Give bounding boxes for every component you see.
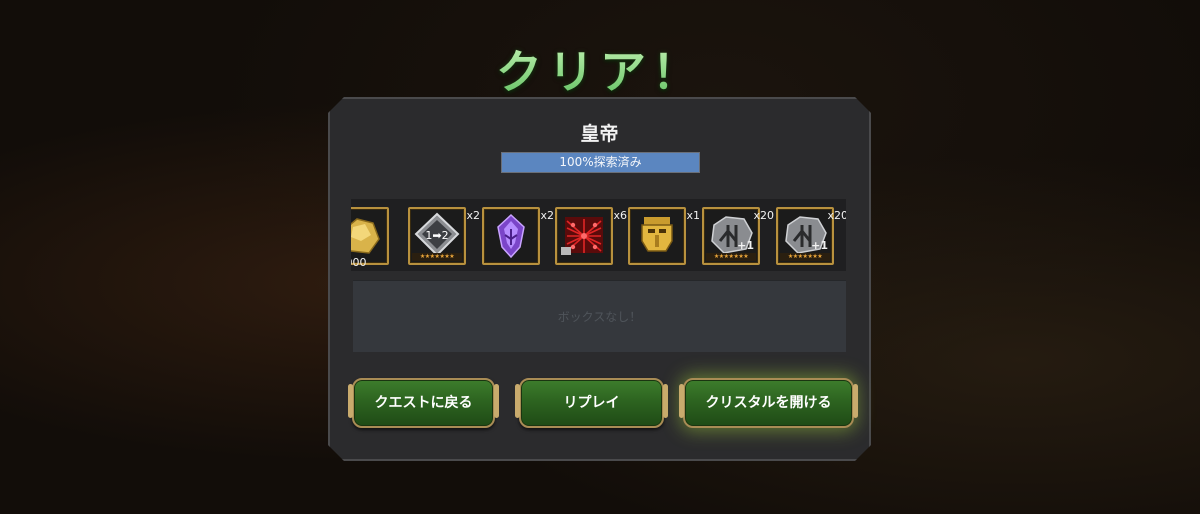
replay-button[interactable]: リプレイ xyxy=(515,378,668,428)
clear-title: クリア！ xyxy=(0,36,1200,102)
reward-quantity: x2 xyxy=(466,209,480,222)
reward-item-rank-up[interactable]: 1➡2 ★★★★★★★ x2 xyxy=(408,204,470,264)
reward-quantity: x20 xyxy=(827,209,846,222)
button-cap-right xyxy=(494,384,499,418)
reward-quantity: x2 xyxy=(540,209,554,222)
red-catalyst-icon xyxy=(559,211,609,261)
button-cap-left xyxy=(348,384,353,418)
box-rewards-area: ボックスなし！ xyxy=(353,280,846,352)
button-cap-right xyxy=(663,384,668,418)
rewards-strip[interactable]: 000,000 1➡2 ★★★★★★★ x2 xyxy=(351,199,846,271)
reward-item-purple-crystal[interactable]: x2 xyxy=(482,204,544,264)
no-box-label: ボックスなし！ xyxy=(557,310,642,324)
star-rating: ★★★★★★★ xyxy=(412,253,462,261)
reward-item-silver-rune[interactable]: +1 ★★★★★★★ x20 xyxy=(776,204,838,264)
reward-frame xyxy=(555,207,613,265)
plus-badge: +1 xyxy=(737,239,754,252)
star-rating: ★★★★★★★ xyxy=(780,253,830,261)
quest-name: 皇帝 xyxy=(580,123,619,145)
exploration-progress-bar: 100%探索済み xyxy=(501,152,700,173)
open-crystal-label: クリスタルを開ける xyxy=(705,395,832,411)
reward-quantity: x1 xyxy=(686,209,700,222)
reward-amount: 000,000 xyxy=(352,256,367,269)
button-cap-left xyxy=(679,384,684,418)
reward-frame xyxy=(482,207,540,265)
rank-overlay: 1➡2 xyxy=(425,229,448,242)
reward-quantity: x20 xyxy=(753,209,774,222)
purple-crystal-icon xyxy=(486,211,536,261)
reward-quantity: x6 xyxy=(613,209,627,222)
progress-label: 100%探索済み xyxy=(559,155,642,169)
reward-frame: +1 ★★★★★★★ xyxy=(702,207,760,265)
gold-mask-icon xyxy=(632,211,682,261)
reward-item-red-catalyst[interactable]: x6 xyxy=(555,204,617,264)
star-rating: ★★★★★★★ xyxy=(706,253,756,261)
button-cap-left xyxy=(515,384,520,418)
reward-frame: 1➡2 ★★★★★★★ xyxy=(408,207,466,265)
gold-icon xyxy=(351,211,385,261)
reward-frame: +1 ★★★★★★★ xyxy=(776,207,834,265)
reward-item-silver-rune[interactable]: +1 ★★★★★★★ x20 xyxy=(702,204,764,264)
reward-item-gold-mask[interactable]: x1 xyxy=(628,204,690,264)
button-cap-right xyxy=(853,384,858,418)
open-crystal-button[interactable]: クリスタルを開ける xyxy=(679,378,858,428)
reward-frame xyxy=(628,207,686,265)
back-to-quest-button[interactable]: クエストに戻る xyxy=(348,378,499,428)
reward-item-gold[interactable]: 000,000 xyxy=(351,204,393,264)
plus-badge: +1 xyxy=(811,239,828,252)
replay-label: リプレイ xyxy=(563,395,620,411)
back-to-quest-label: クエストに戻る xyxy=(374,395,473,411)
